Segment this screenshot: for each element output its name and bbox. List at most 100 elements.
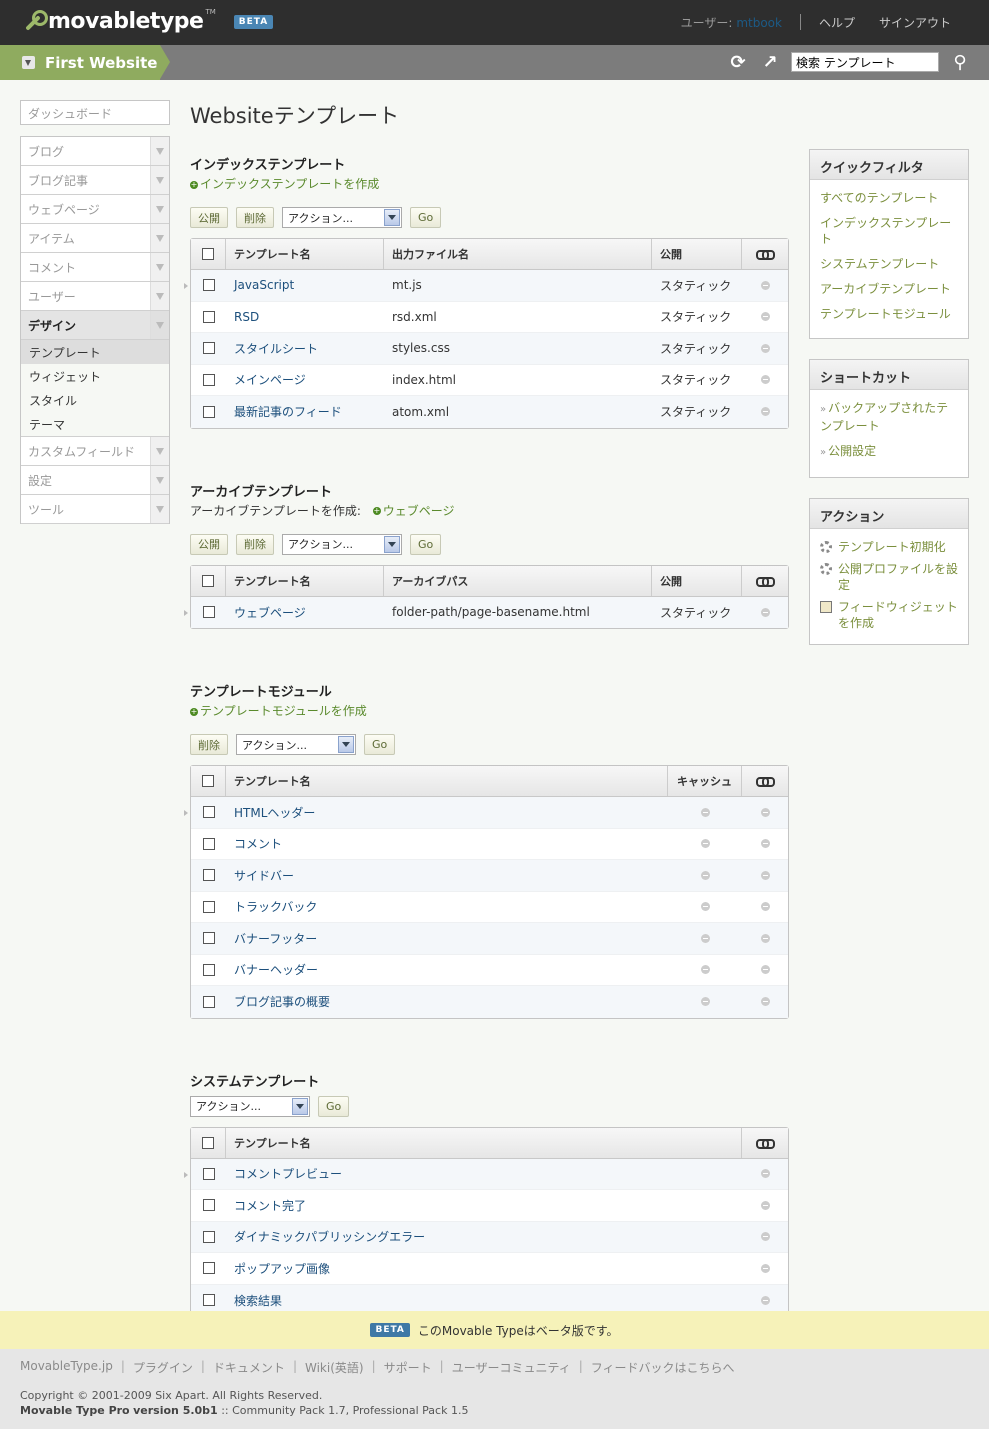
chevron-down-icon[interactable]	[150, 282, 169, 310]
template-name-link[interactable]: 検索結果	[234, 1294, 282, 1308]
subnav-themes[interactable]: テーマ	[21, 412, 169, 436]
select-all-checkbox[interactable]	[202, 1136, 214, 1149]
filter-template-modules[interactable]: テンプレートモジュール	[820, 306, 958, 322]
nav-item-design[interactable]: デザイン	[21, 311, 169, 340]
row-checkbox[interactable]	[202, 342, 215, 355]
select-all-checkbox[interactable]	[202, 574, 214, 587]
footer-link-feedback[interactable]: フィードバックはこちらへ	[591, 1359, 743, 1376]
footer-link-support[interactable]: サポート	[384, 1359, 440, 1376]
chevron-down-icon[interactable]	[22, 56, 35, 69]
footer-link-docs[interactable]: ドキュメント	[213, 1359, 293, 1376]
footer-link-community[interactable]: ユーザーコミュニティ	[452, 1359, 579, 1376]
username-link[interactable]: mtbook	[736, 16, 782, 30]
row-checkbox[interactable]	[202, 279, 215, 292]
template-name-link[interactable]: ブログ記事の概要	[234, 995, 330, 1009]
template-name-link[interactable]: バナーヘッダー	[234, 963, 318, 977]
row-checkbox[interactable]	[202, 837, 215, 850]
footer-link-plugins[interactable]: プラグイン	[133, 1359, 201, 1376]
filter-system-templates[interactable]: システムテンプレート	[820, 256, 958, 272]
chevron-down-icon[interactable]	[150, 495, 169, 523]
logo[interactable]: movabletype TM BETA	[22, 8, 274, 34]
shortcut-publish-settings[interactable]: » 公開設定	[820, 443, 958, 461]
footer-link-wiki[interactable]: Wiki(英語)	[305, 1359, 372, 1376]
delete-button[interactable]: 削除	[236, 207, 274, 228]
search-icon[interactable]: ⚲	[949, 51, 971, 73]
subnav-widgets[interactable]: ウィジェット	[21, 364, 169, 388]
row-checkbox[interactable]	[202, 310, 215, 323]
go-button[interactable]: Go	[364, 734, 396, 755]
action-select[interactable]: アクション...	[190, 1095, 310, 1117]
chevron-down-icon[interactable]	[150, 437, 169, 465]
shortcut-backup-templates[interactable]: » バックアップされたテンプレート	[820, 400, 958, 434]
chevron-down-icon[interactable]	[292, 1097, 308, 1115]
delete-button[interactable]: 削除	[236, 533, 274, 555]
filter-archive-templates[interactable]: アーカイブテンプレート	[820, 281, 958, 297]
subnav-templates[interactable]: テンプレート	[21, 340, 169, 364]
chevron-down-icon[interactable]	[150, 166, 169, 194]
chevron-down-icon[interactable]	[384, 535, 400, 553]
row-checkbox[interactable]	[202, 1230, 215, 1243]
external-link-icon[interactable]: ↗	[759, 51, 781, 73]
nav-item-assets[interactable]: アイテム	[21, 224, 169, 253]
publish-button[interactable]: 公開	[190, 207, 228, 228]
chevron-down-icon[interactable]	[150, 224, 169, 252]
nav-item-tools[interactable]: ツール	[21, 495, 169, 524]
select-all-checkbox[interactable]	[202, 775, 214, 787]
nav-item-users[interactable]: ユーザー	[21, 282, 169, 311]
row-checkbox[interactable]	[202, 1262, 215, 1275]
search-input[interactable]	[791, 52, 939, 72]
select-all-checkbox[interactable]	[202, 248, 214, 260]
dashboard-link[interactable]: ダッシュボード	[20, 100, 170, 125]
action-create-feed-widget[interactable]: フィードウィジェットを作成	[820, 599, 958, 631]
create-index-template-link[interactable]: + インデックステンプレートを作成	[190, 177, 379, 191]
row-checkbox[interactable]	[202, 1167, 215, 1180]
row-checkbox[interactable]	[202, 963, 215, 976]
chevron-down-icon[interactable]	[150, 137, 169, 165]
create-archive-template-link[interactable]: + ウェブページ	[372, 504, 455, 518]
template-name-link[interactable]: 最新記事のフィード	[234, 405, 342, 419]
template-name-link[interactable]: ダイナミックパブリッシングエラー	[234, 1230, 425, 1244]
row-checkbox[interactable]	[202, 405, 215, 418]
row-checkbox[interactable]	[202, 373, 215, 386]
go-button[interactable]: Go	[318, 1095, 350, 1117]
chevron-down-icon[interactable]	[150, 195, 169, 223]
create-module-link[interactable]: + テンプレートモジュールを作成	[190, 704, 367, 718]
chevron-down-icon[interactable]	[150, 311, 169, 339]
template-name-link[interactable]: ウェブページ	[234, 606, 306, 620]
publish-button[interactable]: 公開	[190, 533, 228, 555]
refresh-icon[interactable]: ⟳	[727, 51, 749, 73]
row-checkbox[interactable]	[202, 995, 215, 1008]
template-name-link[interactable]: JavaScript	[234, 278, 294, 292]
row-checkbox[interactable]	[202, 606, 215, 619]
nav-item-comments[interactable]: コメント	[21, 253, 169, 282]
template-name-link[interactable]: RSD	[234, 310, 259, 324]
template-name-link[interactable]: メインページ	[234, 373, 306, 387]
chevron-down-icon[interactable]	[384, 209, 400, 226]
template-name-link[interactable]: スタイルシート	[234, 342, 318, 356]
action-select[interactable]: アクション...	[282, 207, 402, 228]
row-checkbox[interactable]	[202, 806, 215, 819]
chevron-down-icon[interactable]	[150, 466, 169, 494]
template-name-link[interactable]: ポップアップ画像	[234, 1262, 330, 1276]
help-link[interactable]: ヘルプ	[807, 14, 867, 31]
nav-item-pages[interactable]: ウェブページ	[21, 195, 169, 224]
template-name-link[interactable]: コメント完了	[234, 1199, 306, 1213]
nav-item-entries[interactable]: ブログ記事	[21, 166, 169, 195]
template-name-link[interactable]: サイドバー	[234, 869, 294, 883]
delete-button[interactable]: 削除	[190, 734, 228, 755]
action-set-publish-profile[interactable]: 公開プロファイルを設定	[820, 561, 958, 593]
template-name-link[interactable]: HTMLヘッダー	[234, 806, 315, 820]
row-checkbox[interactable]	[202, 1199, 215, 1212]
nav-item-blog[interactable]: ブログ	[21, 137, 169, 166]
row-checkbox[interactable]	[202, 1294, 215, 1307]
template-name-link[interactable]: バナーフッター	[234, 932, 317, 946]
footer-link-movabletype[interactable]: MovableType.jp	[20, 1359, 121, 1376]
template-name-link[interactable]: コメントプレビュー	[234, 1167, 342, 1181]
row-checkbox[interactable]	[202, 900, 215, 913]
filter-index-templates[interactable]: インデックステンプレート	[820, 215, 958, 247]
chevron-down-icon[interactable]	[338, 736, 354, 753]
go-button[interactable]: Go	[410, 207, 442, 228]
row-checkbox[interactable]	[202, 869, 215, 882]
signout-link[interactable]: サインアウト	[867, 14, 963, 31]
site-selector[interactable]: First Website	[0, 45, 170, 80]
